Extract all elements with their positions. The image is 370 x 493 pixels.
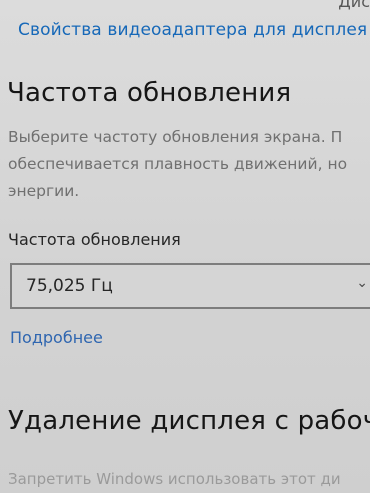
chevron-down-icon: ⌄ — [356, 275, 368, 291]
description-line-3: энергии. — [8, 182, 80, 200]
refresh-rate-description: Выберите частоту обновления экрана. П об… — [8, 124, 370, 205]
remove-display-option-text: Запретить Windows использовать этот ди — [8, 470, 341, 488]
learn-more-link[interactable]: Подробнее — [10, 328, 103, 347]
refresh-rate-selected-value: 75,025 Гц — [26, 276, 113, 296]
adapter-properties-link[interactable]: Свойства видеоадаптера для дисплея 1 — [18, 20, 370, 40]
refresh-rate-section-title: Частота обновления — [7, 78, 292, 108]
description-line-2: обеспечивается плавность движений, но — [8, 155, 348, 173]
top-partial-text: Дис — [338, 0, 370, 11]
refresh-rate-select[interactable]: 75,025 Гц ⌄ — [10, 263, 370, 309]
description-line-1: Выберите частоту обновления экрана. П — [8, 128, 343, 146]
refresh-rate-label: Частота обновления — [8, 230, 181, 249]
display-settings-page: Дис Свойства видеоадаптера для дисплея 1… — [0, 0, 370, 493]
remove-display-section-title: Удаление дисплея с рабочег — [8, 406, 370, 436]
